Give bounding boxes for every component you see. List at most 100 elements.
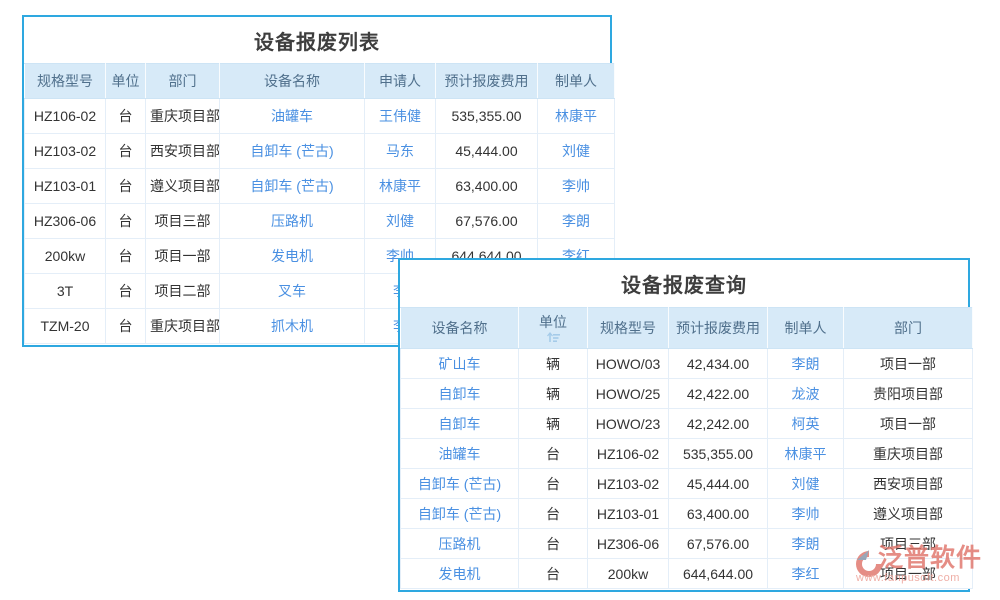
cell-unit: 辆 xyxy=(519,379,588,409)
column-label: 单位 xyxy=(110,71,141,91)
cell-device[interactable]: 自卸车 xyxy=(401,409,519,439)
cell-dept: 重庆项目部 xyxy=(146,309,220,344)
cell-maker[interactable]: 李朗 xyxy=(768,529,844,559)
cell-device[interactable]: 压路机 xyxy=(220,204,365,239)
column-label: 部门 xyxy=(848,320,968,337)
cell-unit: 台 xyxy=(106,134,146,169)
cell-device[interactable]: 压路机 xyxy=(401,529,519,559)
cell-maker[interactable]: 柯英 xyxy=(768,409,844,439)
cell-dept: 西安项目部 xyxy=(146,134,220,169)
cell-spec: HZ103-02 xyxy=(588,469,669,499)
scrap-query-title: 设备报废查询 xyxy=(400,260,968,307)
equipment-scrap-query-panel: 设备报废查询 设备名称单位规格型号预计报废费用制单人部门 矿山车辆HOWO/03… xyxy=(398,258,970,592)
cell-maker[interactable]: 刘健 xyxy=(768,469,844,499)
column-header-maker: 制单人 xyxy=(538,64,615,99)
table-row: 矿山车辆HOWO/0342,434.00李朗项目一部 xyxy=(401,349,973,379)
column-label: 部门 xyxy=(150,71,215,91)
cell-dept: 西安项目部 xyxy=(844,469,973,499)
cell-device[interactable]: 叉车 xyxy=(220,274,365,309)
cell-dept: 遵义项目部 xyxy=(146,169,220,204)
cell-device[interactable]: 自卸车 (芒古) xyxy=(220,169,365,204)
column-label: 预计报废费用 xyxy=(673,320,763,337)
cell-spec: 200kw xyxy=(25,239,106,274)
cell-dept: 项目二部 xyxy=(146,274,220,309)
cell-dept: 重庆项目部 xyxy=(844,439,973,469)
column-header-device: 设备名称 xyxy=(401,308,519,349)
cell-device[interactable]: 矿山车 xyxy=(401,349,519,379)
cell-applicant[interactable]: 林康平 xyxy=(365,169,436,204)
column-label: 申请人 xyxy=(369,71,431,91)
cell-dept: 项目三部 xyxy=(146,204,220,239)
cell-spec: HZ103-01 xyxy=(588,499,669,529)
cell-cost: 63,400.00 xyxy=(436,169,538,204)
header-row: 规格型号单位部门设备名称申请人预计报废费用制单人 xyxy=(25,64,615,99)
column-header-spec: 规格型号 xyxy=(588,308,669,349)
column-header-spec: 规格型号 xyxy=(25,64,106,99)
column-header-unit[interactable]: 单位 xyxy=(519,308,588,349)
cell-spec: HZ306-06 xyxy=(25,204,106,239)
cell-spec: HOWO/23 xyxy=(588,409,669,439)
table-row: HZ103-01台遵义项目部自卸车 (芒古)林康平63,400.00李帅 xyxy=(25,169,615,204)
cell-device[interactable]: 自卸车 xyxy=(401,379,519,409)
column-header-unit: 单位 xyxy=(106,64,146,99)
cell-spec: 200kw xyxy=(588,559,669,589)
cell-maker[interactable]: 李红 xyxy=(768,559,844,589)
cell-unit: 台 xyxy=(519,499,588,529)
cell-dept: 项目一部 xyxy=(146,239,220,274)
cell-unit: 台 xyxy=(519,529,588,559)
cell-device[interactable]: 油罐车 xyxy=(401,439,519,469)
cell-unit: 台 xyxy=(519,559,588,589)
table-row: HZ103-02台西安项目部自卸车 (芒古)马东45,444.00刘健 xyxy=(25,134,615,169)
cell-applicant[interactable]: 王伟健 xyxy=(365,99,436,134)
cell-unit: 台 xyxy=(106,169,146,204)
column-label: 规格型号 xyxy=(29,71,101,91)
column-label: 设备名称 xyxy=(405,320,514,337)
cell-maker[interactable]: 李帅 xyxy=(768,499,844,529)
cell-spec: TZM-20 xyxy=(25,309,106,344)
cell-spec: HZ103-01 xyxy=(25,169,106,204)
cell-device[interactable]: 自卸车 (芒古) xyxy=(220,134,365,169)
cell-maker[interactable]: 龙波 xyxy=(768,379,844,409)
table-row: HZ106-02台重庆项目部油罐车王伟健535,355.00林康平 xyxy=(25,99,615,134)
cell-dept: 项目一部 xyxy=(844,349,973,379)
cell-device[interactable]: 发电机 xyxy=(401,559,519,589)
column-label: 预计报废费用 xyxy=(440,71,533,91)
cell-cost: 535,355.00 xyxy=(669,439,768,469)
cell-device[interactable]: 自卸车 (芒古) xyxy=(401,469,519,499)
cell-maker[interactable]: 李朗 xyxy=(538,204,615,239)
cell-dept: 遵义项目部 xyxy=(844,499,973,529)
table-row: 压路机台HZ306-0667,576.00李朗项目三部 xyxy=(401,529,973,559)
column-label: 制单人 xyxy=(772,320,839,337)
cell-cost: 45,444.00 xyxy=(436,134,538,169)
cell-device[interactable]: 抓木机 xyxy=(220,309,365,344)
cell-unit: 台 xyxy=(106,99,146,134)
scrap-query-table: 设备名称单位规格型号预计报废费用制单人部门 矿山车辆HOWO/0342,434.… xyxy=(400,307,973,589)
cell-maker[interactable]: 林康平 xyxy=(538,99,615,134)
cell-maker[interactable]: 林康平 xyxy=(768,439,844,469)
cell-unit: 台 xyxy=(106,204,146,239)
cell-maker[interactable]: 刘健 xyxy=(538,134,615,169)
cell-device[interactable]: 自卸车 (芒古) xyxy=(401,499,519,529)
column-label: 规格型号 xyxy=(592,320,664,337)
cell-applicant[interactable]: 刘健 xyxy=(365,204,436,239)
table-row: 自卸车 (芒古)台HZ103-0245,444.00刘健西安项目部 xyxy=(401,469,973,499)
cell-unit: 台 xyxy=(106,274,146,309)
cell-device[interactable]: 油罐车 xyxy=(220,99,365,134)
table-row: 自卸车辆HOWO/2542,422.00龙波贵阳项目部 xyxy=(401,379,973,409)
cell-unit: 辆 xyxy=(519,349,588,379)
sort-icon[interactable] xyxy=(523,332,583,343)
cell-cost: 67,576.00 xyxy=(669,529,768,559)
cell-spec: 3T xyxy=(25,274,106,309)
cell-maker[interactable]: 李朗 xyxy=(768,349,844,379)
cell-maker[interactable]: 李帅 xyxy=(538,169,615,204)
cell-device[interactable]: 发电机 xyxy=(220,239,365,274)
header-row: 设备名称单位规格型号预计报废费用制单人部门 xyxy=(401,308,973,349)
column-header-cost: 预计报废费用 xyxy=(436,64,538,99)
cell-unit: 辆 xyxy=(519,409,588,439)
cell-spec: HZ106-02 xyxy=(25,99,106,134)
cell-spec: HOWO/03 xyxy=(588,349,669,379)
column-label: 制单人 xyxy=(542,71,610,91)
column-header-applicant: 申请人 xyxy=(365,64,436,99)
cell-applicant[interactable]: 马东 xyxy=(365,134,436,169)
table-row: 自卸车 (芒古)台HZ103-0163,400.00李帅遵义项目部 xyxy=(401,499,973,529)
